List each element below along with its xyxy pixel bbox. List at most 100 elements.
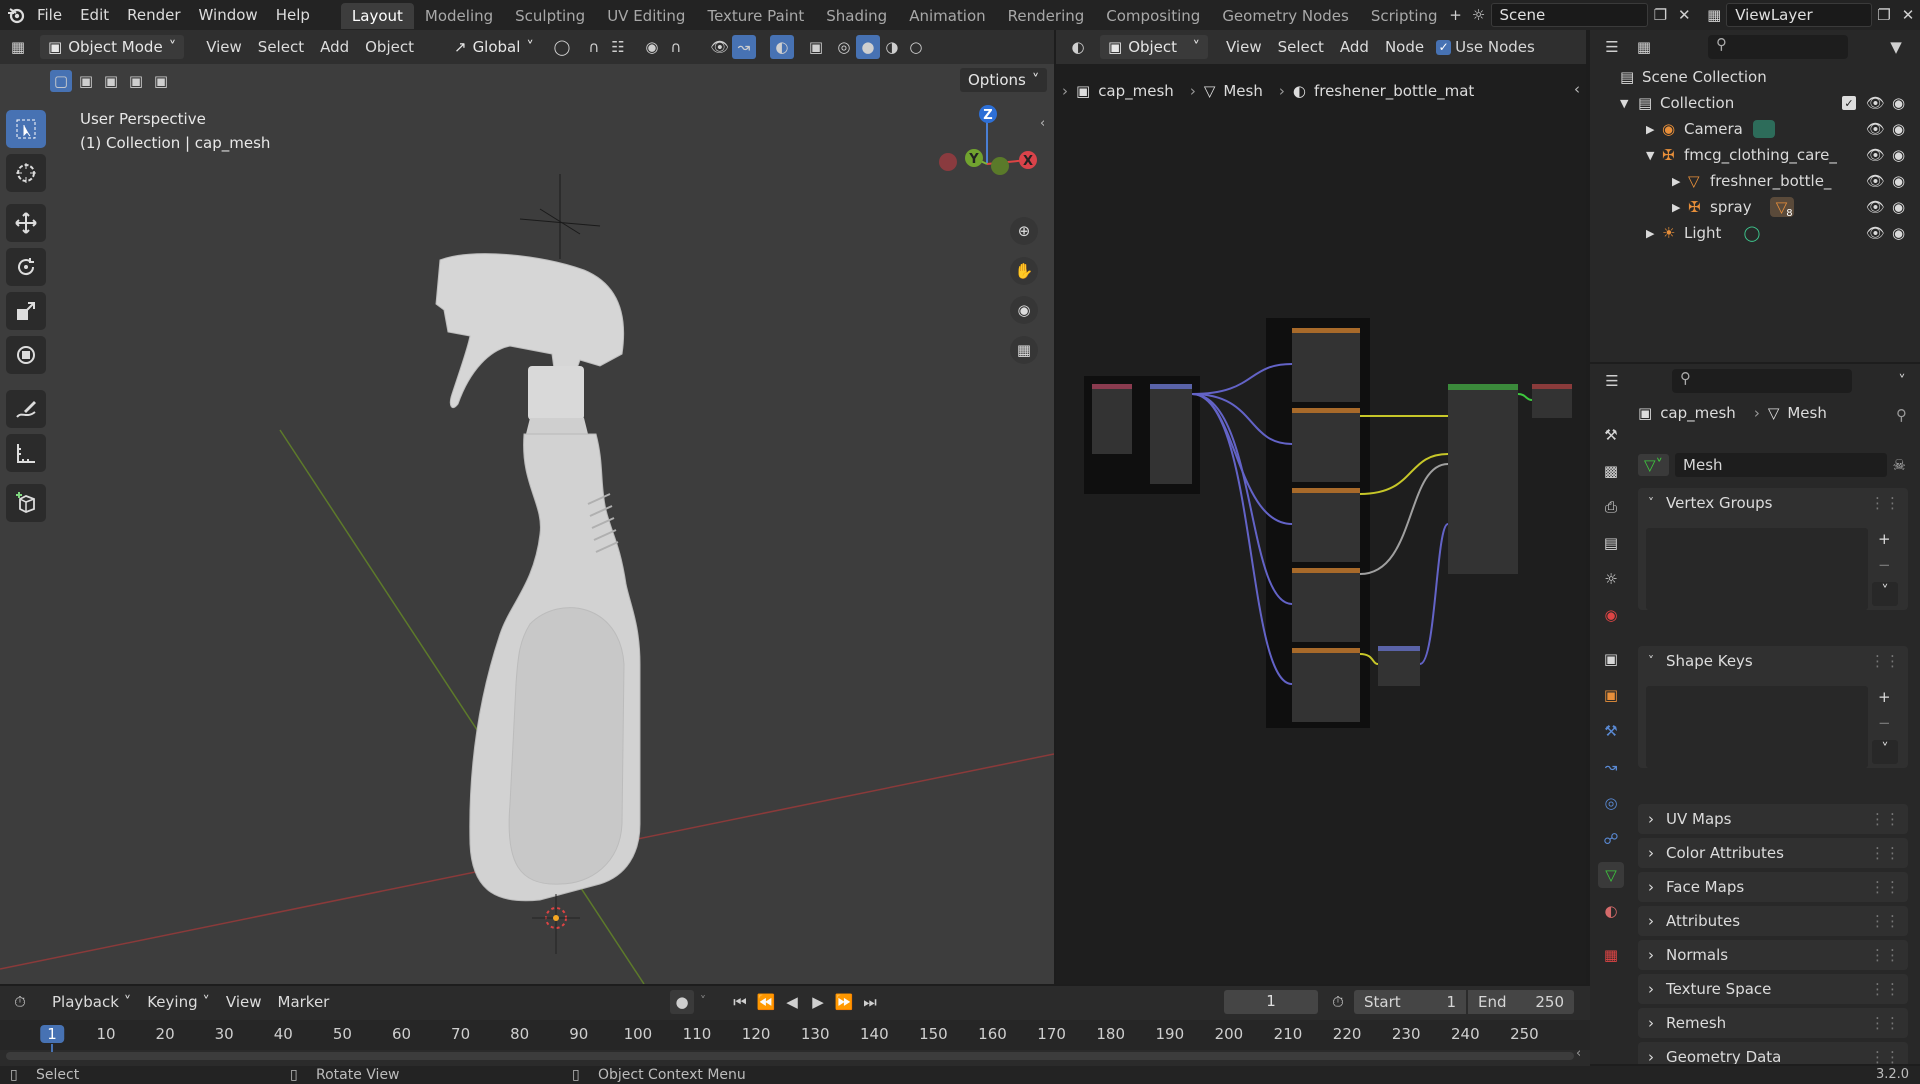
panel-attributes[interactable]: › Attributes ⋮⋮ (1638, 906, 1908, 936)
tab-animation[interactable]: Animation (898, 3, 996, 29)
pivot-icon[interactable]: ◯ (550, 35, 574, 59)
panel-normals[interactable]: › Normals ⋮⋮ (1638, 940, 1908, 970)
tab-geometry-nodes[interactable]: Geometry Nodes (1211, 3, 1360, 29)
keying-menu[interactable]: Keying ˅ (139, 993, 218, 1011)
shader-type-dropdown[interactable]: ▣ Object ˅ (1100, 35, 1208, 59)
viewport-add-menu[interactable]: Add (312, 38, 357, 56)
fake-user-shield-icon[interactable]: ☠ (1893, 456, 1906, 474)
delete-view-layer-icon[interactable]: ✕ (1896, 3, 1920, 27)
node-add-menu[interactable]: Add (1332, 38, 1377, 56)
scene-tab-icon[interactable]: ☼ (1598, 566, 1624, 592)
menu-window[interactable]: Window (190, 0, 267, 30)
render-camera-icon[interactable]: ◉ (1892, 146, 1905, 164)
use-nodes-checkbox[interactable]: ✓ Use Nodes (1436, 38, 1535, 56)
properties-options-icon[interactable]: ˅ (1890, 369, 1914, 393)
add-shape-key-button[interactable]: + (1878, 688, 1891, 706)
image-texture-node[interactable] (1292, 328, 1360, 402)
render-camera-icon[interactable]: ◉ (1892, 94, 1905, 112)
principled-bsdf-node[interactable] (1448, 384, 1518, 574)
visibility-icon[interactable]: 👁 (708, 35, 732, 59)
render-camera-icon[interactable]: ◉ (1892, 198, 1905, 216)
drag-handle-icon[interactable]: ⋮⋮ (1870, 878, 1900, 896)
pan-hand-icon[interactable]: ✋ (1010, 257, 1038, 285)
drag-handle-icon[interactable]: ⋮⋮ (1870, 844, 1900, 862)
tab-modeling[interactable]: Modeling (414, 3, 504, 29)
viewport-view-menu[interactable]: View (198, 38, 250, 56)
panel-remesh[interactable]: › Remesh ⋮⋮ (1638, 1008, 1908, 1038)
timeline-scrollbar[interactable] (6, 1052, 1574, 1060)
image-texture-node[interactable] (1292, 488, 1360, 562)
gizmo-toggle-icon[interactable]: ↝ (731, 35, 756, 59)
image-texture-node[interactable] (1292, 408, 1360, 482)
viewport-object-menu[interactable]: Object (357, 38, 422, 56)
new-view-layer-icon[interactable]: ❐ (1872, 3, 1896, 27)
panel-vertex-groups-header[interactable]: ˅ Vertex Groups ⋮⋮ (1638, 488, 1908, 518)
rendered-shading-icon[interactable]: ○ (904, 35, 928, 59)
menu-help[interactable]: Help (267, 0, 319, 30)
keying-set-icon[interactable]: ˅ (700, 994, 706, 1008)
zoom-icon[interactable]: ⊕ (1010, 217, 1038, 245)
panel-uv-maps[interactable]: › UV Maps ⋮⋮ (1638, 804, 1908, 834)
drag-handle-icon[interactable]: ⋮⋮ (1870, 652, 1900, 670)
outliner-row-scene-collection[interactable]: ▤ Scene Collection (1590, 64, 1920, 90)
sidebar-toggle-icon[interactable]: ‹ (1040, 116, 1045, 131)
texture-tab-icon[interactable]: ▦ (1598, 942, 1624, 968)
render-camera-icon[interactable]: ◉ (1892, 172, 1905, 190)
material-shading-icon[interactable]: ◑ (880, 35, 904, 59)
collection-tab-icon[interactable]: ▣ (1598, 646, 1624, 672)
outliner-editor-type-icon[interactable]: ☰ (1600, 35, 1624, 59)
output-tab-icon[interactable]: ⎙ (1598, 494, 1624, 520)
menu-edit[interactable]: Edit (71, 0, 118, 30)
current-frame-field[interactable]: 1 (1224, 990, 1318, 1014)
play-icon[interactable]: ▶ (806, 990, 830, 1014)
outliner-search-input[interactable]: ⚲ (1708, 35, 1848, 59)
eye-icon[interactable]: 👁 (1866, 120, 1885, 138)
panel-geometry-data[interactable]: › Geometry Data ⋮⋮ (1638, 1042, 1908, 1064)
marker-menu[interactable]: Marker (270, 993, 338, 1011)
shape-keys-list[interactable] (1646, 686, 1868, 768)
material-output-node[interactable] (1532, 384, 1572, 418)
node-select-menu[interactable]: Select (1270, 38, 1332, 56)
frame-tick-current[interactable]: 1 (40, 1025, 64, 1043)
image-texture-node[interactable] (1292, 648, 1360, 722)
properties-editor-type-icon[interactable]: ☰ (1600, 369, 1624, 393)
play-reverse-icon[interactable]: ◀ (780, 990, 804, 1014)
frame-ruler[interactable]: 1 10 20 30 40 50 60 70 80 90 100 110 120 130 140 150 160… (0, 1020, 1590, 1052)
texcoord-node[interactable] (1092, 384, 1132, 454)
tab-texture-paint[interactable]: Texture Paint (696, 3, 815, 29)
shape-key-specials-icon[interactable]: ˅ (1872, 740, 1898, 764)
panel-shape-keys-header[interactable]: ˅ Shape Keys ⋮⋮ (1638, 646, 1908, 676)
add-workspace-icon[interactable]: + (1449, 3, 1463, 27)
tab-layout[interactable]: Layout (340, 3, 414, 29)
node-node-menu[interactable]: Node (1377, 38, 1432, 56)
vertex-group-specials-icon[interactable]: ˅ (1872, 582, 1898, 606)
drag-handle-icon[interactable]: ⋮⋮ (1870, 810, 1900, 828)
proportional-edit-icon[interactable]: ◉ (640, 35, 664, 59)
filter-icon[interactable]: ▼ (1884, 35, 1908, 59)
image-texture-node[interactable] (1292, 568, 1360, 642)
node-graph[interactable] (1056, 64, 1586, 984)
snap-icon[interactable]: ∩ (582, 35, 606, 59)
properties-search-input[interactable]: ⚲ (1672, 369, 1852, 393)
remove-shape-key-button[interactable]: − (1878, 714, 1891, 732)
tab-uv-editing[interactable]: UV Editing (596, 3, 696, 29)
panel-color-attributes[interactable]: › Color Attributes ⋮⋮ (1638, 838, 1908, 868)
wireframe-shading-icon[interactable]: ◎ (832, 35, 856, 59)
node-view-menu[interactable]: View (1218, 38, 1270, 56)
timeline-view-menu[interactable]: View (218, 993, 270, 1011)
timeline-editor-type-icon[interactable]: ⏱ (8, 990, 32, 1014)
playhead-line[interactable] (51, 1044, 53, 1052)
panel-face-maps[interactable]: › Face Maps ⋮⋮ (1638, 872, 1908, 902)
orientation-dropdown[interactable]: ↗ Global ˅ (446, 35, 542, 59)
auto-keying-icon[interactable]: ● (670, 990, 694, 1014)
outliner-row-freshner-bottle[interactable]: ▶ ▽ freshner_bottle_ 👁 ◉ (1590, 168, 1920, 194)
delete-scene-icon[interactable]: ✕ (1672, 3, 1696, 27)
gizmo-neg-y[interactable] (991, 157, 1009, 175)
camera-view-icon[interactable]: ◉ (1010, 296, 1038, 324)
pin-icon[interactable]: ⚲ (1896, 406, 1907, 424)
tab-shading[interactable]: Shading (815, 3, 898, 29)
remove-vertex-group-button[interactable]: − (1878, 556, 1891, 574)
mesh-browse-icon[interactable]: ▽˅ (1638, 454, 1670, 476)
outliner-row-collection[interactable]: ▼ ▤ Collection ✓ 👁 ◉ (1590, 90, 1920, 116)
object-tab-icon[interactable]: ▣ (1598, 682, 1624, 708)
